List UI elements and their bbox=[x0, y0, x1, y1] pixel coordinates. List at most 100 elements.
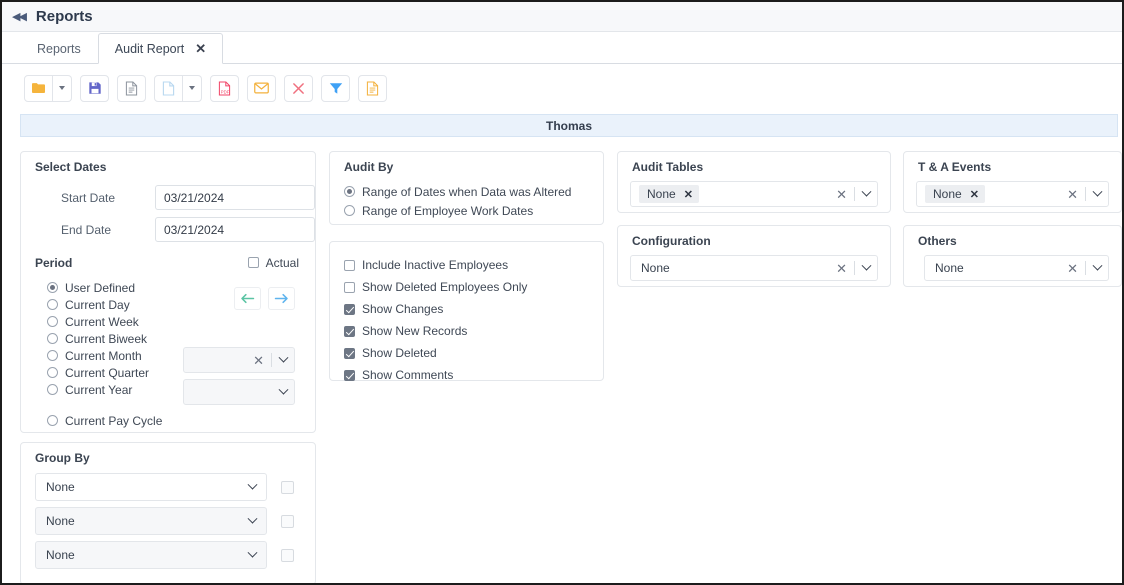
document-button[interactable] bbox=[117, 74, 146, 102]
new-document-dropdown[interactable] bbox=[183, 74, 202, 102]
chip-label: None bbox=[647, 187, 676, 201]
chevron-down-icon[interactable] bbox=[1086, 265, 1108, 272]
option-show-changes[interactable]: Show Changes bbox=[344, 298, 603, 320]
checkbox-icon[interactable] bbox=[344, 259, 355, 271]
tab-label: Reports bbox=[37, 42, 81, 56]
configuration-select[interactable]: None ✕ bbox=[630, 255, 878, 281]
radio-icon[interactable] bbox=[47, 316, 58, 327]
audit-by-option-altered-dates[interactable]: Range of Dates when Data was Altered bbox=[344, 182, 603, 201]
actual-checkbox[interactable] bbox=[247, 257, 259, 268]
radio-icon[interactable] bbox=[47, 350, 58, 361]
floppy-disk-icon bbox=[88, 82, 101, 94]
others-value: None bbox=[935, 261, 964, 275]
report-options-panel: Include Inactive Employees Show Deleted … bbox=[329, 241, 604, 382]
radio-icon[interactable] bbox=[47, 367, 58, 378]
radio-icon[interactable] bbox=[47, 282, 58, 293]
clear-icon[interactable]: ✕ bbox=[829, 262, 854, 275]
checkbox-icon[interactable] bbox=[344, 281, 355, 293]
group-by-select-1[interactable]: None bbox=[35, 473, 267, 501]
checkbox-icon[interactable] bbox=[344, 347, 355, 359]
audit-tables-select[interactable]: None ✕ ✕ bbox=[630, 181, 878, 207]
chevron-down-icon[interactable] bbox=[238, 552, 266, 559]
group-by-checkbox-3[interactable] bbox=[281, 548, 294, 562]
chevron-down-icon[interactable] bbox=[855, 191, 877, 198]
option-show-comments[interactable]: Show Comments bbox=[344, 364, 603, 386]
period-option-current-pay-cycle[interactable]: Current Pay Cycle bbox=[47, 412, 315, 429]
group-by-row-1: None bbox=[21, 473, 315, 501]
checkbox-icon[interactable] bbox=[344, 325, 355, 337]
chevron-down-icon[interactable] bbox=[238, 484, 266, 491]
period-option-current-week[interactable]: Current Week bbox=[47, 313, 315, 330]
actual-label: Actual bbox=[265, 255, 299, 270]
group-by-checkbox-1[interactable] bbox=[281, 480, 294, 494]
others-panel: Others None ✕ bbox=[903, 225, 1122, 287]
open-folder-button[interactable] bbox=[24, 74, 53, 102]
start-date-input[interactable] bbox=[155, 185, 315, 210]
period-option-label: Current Pay Cycle bbox=[65, 413, 163, 428]
clear-icon[interactable]: ✕ bbox=[1060, 262, 1085, 275]
group-by-checkbox-2[interactable] bbox=[281, 514, 294, 528]
chevron-down-icon[interactable] bbox=[855, 265, 877, 272]
option-show-new-records[interactable]: Show New Records bbox=[344, 320, 603, 342]
open-folder-group bbox=[24, 74, 72, 102]
arrow-right-icon bbox=[274, 293, 288, 304]
configuration-value: None bbox=[641, 261, 670, 275]
report-button[interactable] bbox=[358, 74, 387, 102]
group-by-select-2[interactable]: None bbox=[35, 507, 267, 535]
audit-by-options: Range of Dates when Data was Altered Ran… bbox=[330, 182, 603, 220]
ta-events-select[interactable]: None ✕ ✕ bbox=[916, 181, 1109, 207]
actual-checkbox-row[interactable]: Actual bbox=[247, 254, 299, 271]
group-by-title: Group By bbox=[35, 451, 90, 465]
radio-icon[interactable] bbox=[47, 333, 58, 344]
new-document-button[interactable] bbox=[154, 74, 183, 102]
chevron-down-icon[interactable] bbox=[272, 389, 294, 396]
checkbox-icon[interactable] bbox=[344, 369, 355, 381]
others-select[interactable]: None ✕ bbox=[924, 255, 1109, 281]
radio-icon[interactable] bbox=[344, 186, 355, 197]
radio-icon[interactable] bbox=[344, 205, 355, 216]
chip-remove-icon[interactable]: ✕ bbox=[684, 188, 693, 201]
radio-icon[interactable] bbox=[47, 299, 58, 310]
audit-by-option-work-dates[interactable]: Range of Employee Work Dates bbox=[344, 201, 603, 220]
option-include-inactive-employees[interactable]: Include Inactive Employees bbox=[344, 254, 603, 276]
save-button[interactable] bbox=[80, 74, 109, 102]
pay-cycle-select[interactable] bbox=[183, 379, 295, 405]
chip-remove-icon[interactable]: ✕ bbox=[970, 188, 979, 201]
select-dates-panel: Select Dates Start Date End Date Period … bbox=[20, 151, 316, 433]
group-by-value-3: None bbox=[46, 548, 75, 562]
chevron-down-icon[interactable] bbox=[238, 518, 266, 525]
tab-reports[interactable]: Reports bbox=[20, 33, 98, 64]
collapse-left-icon[interactable]: ◀◀ bbox=[12, 10, 27, 23]
tab-close-icon[interactable]: ✕ bbox=[195, 42, 206, 55]
arrow-left-icon bbox=[241, 293, 255, 304]
filter-button[interactable] bbox=[321, 74, 350, 102]
group-by-select-3[interactable]: None bbox=[35, 541, 267, 569]
period-option-current-biweek[interactable]: Current Biweek bbox=[47, 330, 315, 347]
tab-audit-report[interactable]: Audit Report ✕ bbox=[97, 33, 224, 64]
chevron-down-icon[interactable] bbox=[272, 357, 294, 364]
audit-by-title: Audit By bbox=[344, 160, 394, 174]
new-document-group bbox=[154, 74, 202, 102]
end-date-input[interactable] bbox=[155, 217, 315, 242]
chip-label: None bbox=[933, 187, 962, 201]
radio-icon[interactable] bbox=[47, 384, 58, 395]
option-show-deleted-employees-only[interactable]: Show Deleted Employees Only bbox=[344, 276, 603, 298]
checkbox-icon[interactable] bbox=[344, 303, 355, 315]
previous-period-button[interactable] bbox=[234, 287, 261, 310]
clear-icon[interactable]: ✕ bbox=[829, 188, 854, 201]
next-period-button[interactable] bbox=[268, 287, 295, 310]
open-folder-dropdown[interactable] bbox=[53, 74, 72, 102]
clear-icon[interactable]: ✕ bbox=[246, 354, 271, 367]
select-dates-title: Select Dates bbox=[35, 160, 107, 174]
period-select[interactable]: ✕ bbox=[183, 347, 295, 373]
audit-tables-title: Audit Tables bbox=[632, 160, 704, 174]
clear-icon[interactable]: ✕ bbox=[1060, 188, 1085, 201]
period-header-row: Period Actual bbox=[21, 254, 315, 271]
radio-icon[interactable] bbox=[47, 415, 58, 426]
period-nav-buttons bbox=[234, 287, 295, 310]
delete-button[interactable] bbox=[284, 74, 313, 102]
chevron-down-icon[interactable] bbox=[1086, 191, 1108, 198]
export-pdf-button[interactable]: PDF bbox=[210, 74, 239, 102]
option-show-deleted[interactable]: Show Deleted bbox=[344, 342, 603, 364]
email-button[interactable] bbox=[247, 74, 276, 102]
